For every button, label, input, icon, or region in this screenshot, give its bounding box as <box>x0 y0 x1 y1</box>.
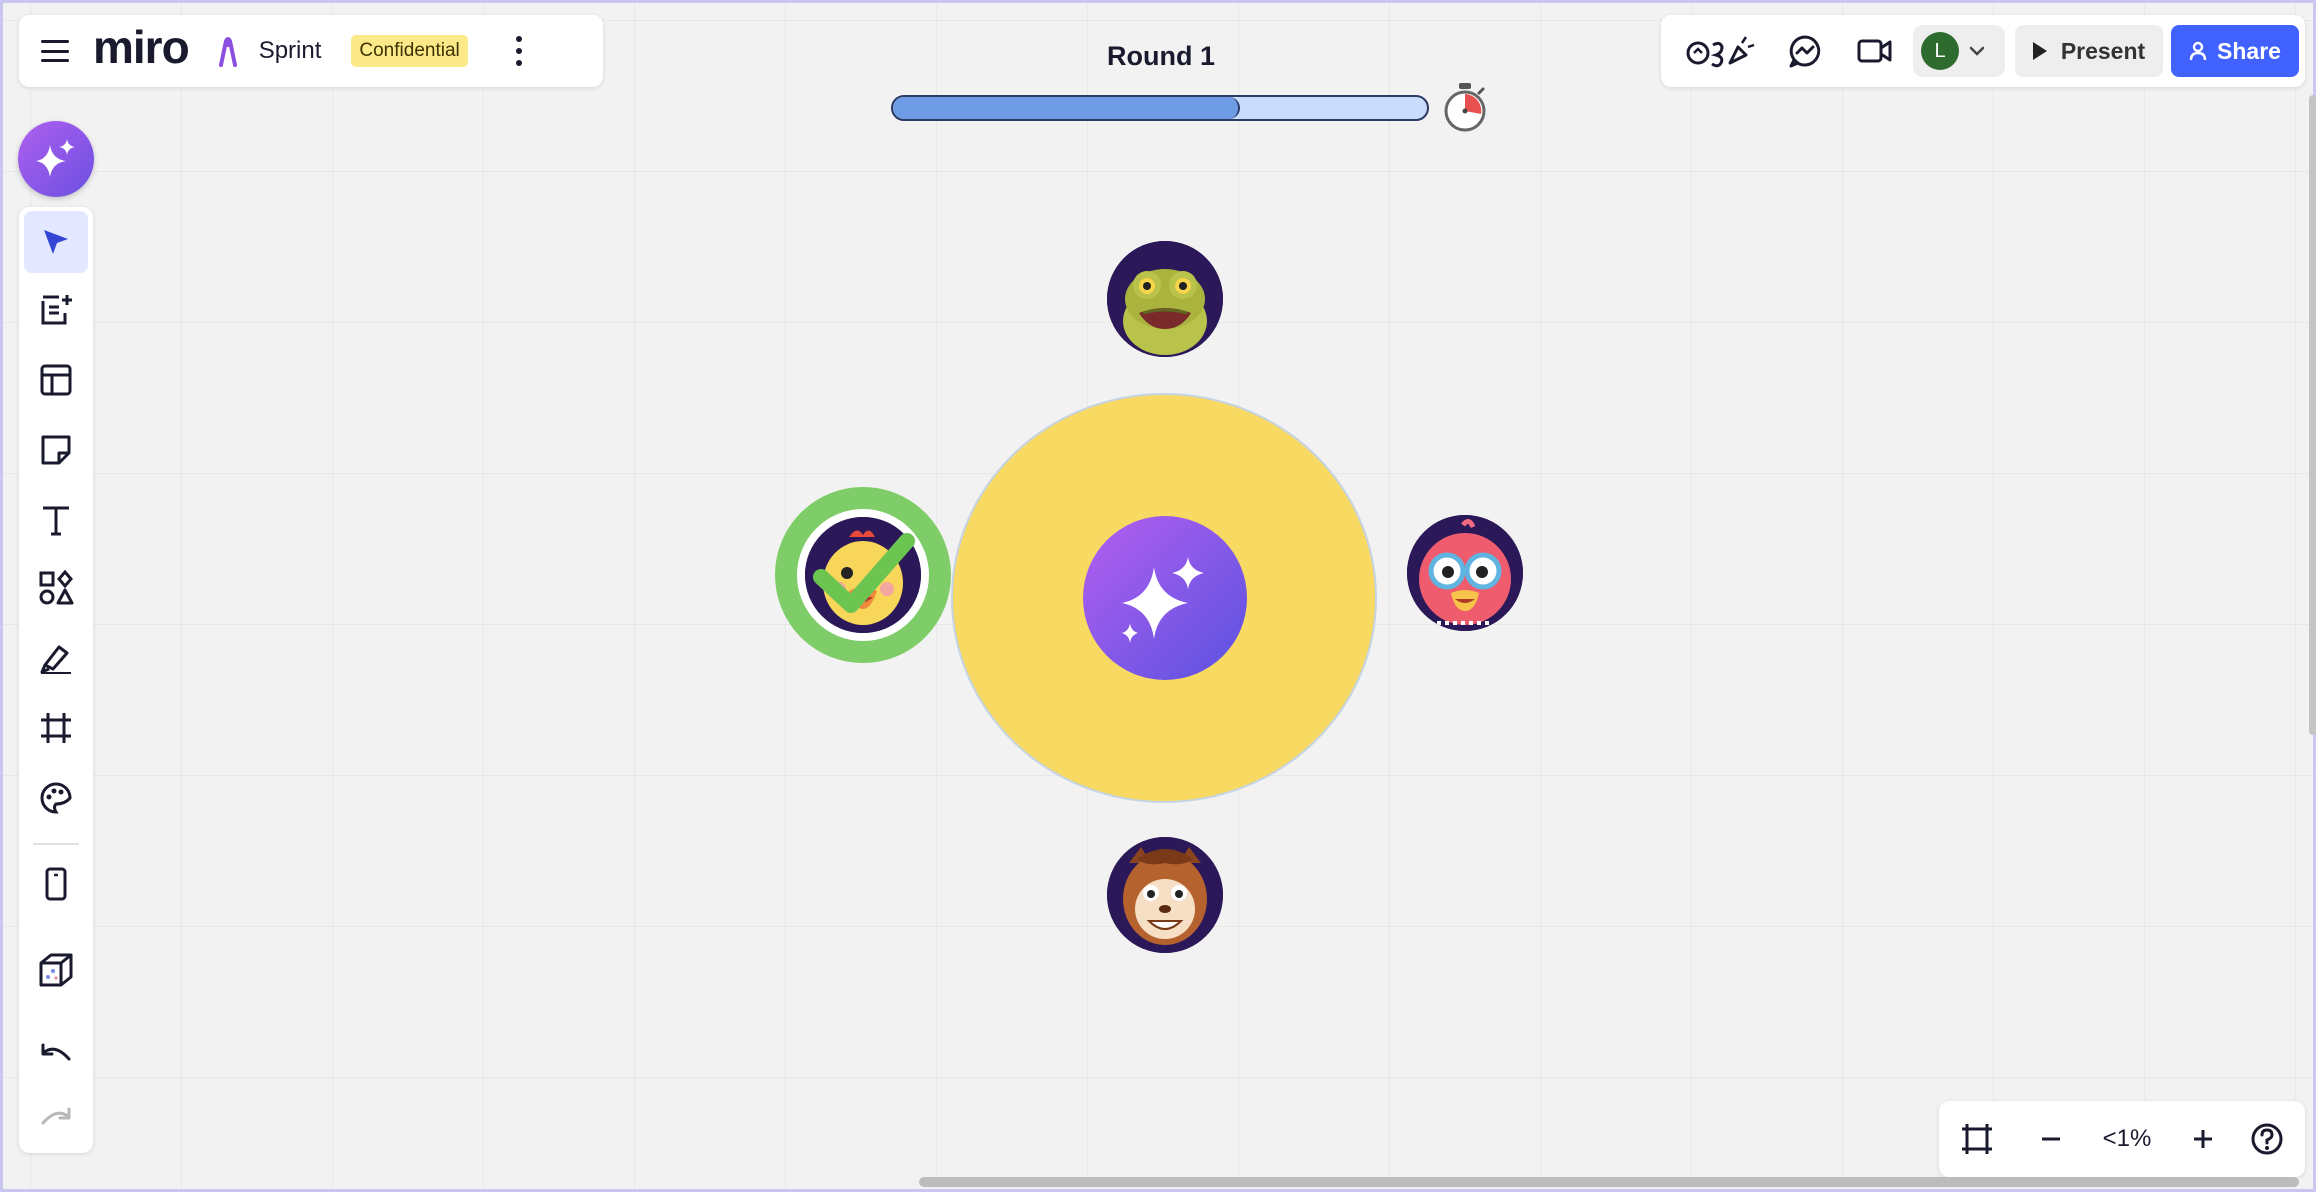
present-label: Present <box>2060 37 2146 64</box>
cube-icon <box>39 953 73 987</box>
board-header: miro Sprint Confidential <box>19 15 603 87</box>
templates-tool[interactable] <box>24 279 88 341</box>
person-icon <box>2189 41 2207 61</box>
cursor-arrow-icon <box>44 230 68 254</box>
frame-icon <box>1962 1124 1992 1154</box>
reactions-icon[interactable] <box>1685 33 1757 69</box>
collaboration-toolbar: L Present Share <box>1661 15 2305 87</box>
help-icon <box>2251 1123 2283 1155</box>
user-avatar[interactable]: L <box>1921 32 1959 70</box>
round-progress-bar <box>891 95 1429 121</box>
select-tool[interactable] <box>24 211 88 273</box>
mobile-frame-tool[interactable] <box>24 853 88 915</box>
undo-icon <box>41 1043 71 1061</box>
creation-toolbar <box>19 207 93 1153</box>
zoom-out-button[interactable] <box>2029 1115 2073 1163</box>
palette-icon <box>40 782 72 814</box>
more-options-icon[interactable] <box>514 36 524 66</box>
redo-icon <box>41 1107 71 1125</box>
sparkle-icon <box>1122 557 1204 643</box>
text-icon <box>43 506 69 536</box>
fit-to-screen-button[interactable] <box>1953 1115 2001 1163</box>
undo-button[interactable] <box>24 1023 88 1085</box>
sprint-board-icon <box>218 37 237 67</box>
frame-tool[interactable] <box>24 697 88 759</box>
sticker-tool[interactable] <box>24 767 88 829</box>
board-name[interactable]: Sprint <box>259 37 322 65</box>
confidential-badge[interactable]: Confidential <box>351 35 468 67</box>
sticky-note-tool[interactable] <box>24 419 88 481</box>
3d-tool[interactable] <box>24 939 88 1001</box>
frame-icon <box>41 713 71 743</box>
sparkle-icon <box>36 139 75 177</box>
pen-icon <box>40 645 71 674</box>
ai-assistant-button[interactable] <box>18 121 94 197</box>
round-title: Round 1 <box>1107 41 1215 71</box>
templates-icon <box>41 295 72 325</box>
pen-tool[interactable] <box>24 627 88 689</box>
sticky-note-icon <box>41 435 71 465</box>
share-label: Share <box>2217 37 2281 64</box>
layout-icon <box>40 364 72 396</box>
video-call-icon[interactable] <box>1855 33 1895 69</box>
plus-icon <box>2194 1130 2212 1148</box>
zoom-level[interactable]: <1% <box>2087 1115 2167 1163</box>
chevron-down-icon <box>1969 46 1985 56</box>
play-icon <box>2032 42 2047 60</box>
redo-button[interactable] <box>24 1087 88 1149</box>
zoom-controls: <1% <box>1939 1101 2305 1177</box>
round-progress-fill <box>893 97 1241 119</box>
participant-avatar-frog[interactable] <box>1107 241 1223 357</box>
center-ai-button[interactable] <box>1083 516 1247 680</box>
minus-icon <box>2042 1137 2060 1141</box>
present-button[interactable]: Present <box>2015 25 2163 77</box>
frog-avatar-icon <box>1107 241 1223 357</box>
main-menu-icon[interactable] <box>41 40 69 62</box>
participant-avatar-duck[interactable] <box>805 517 921 633</box>
monkey-avatar-icon <box>1107 837 1223 953</box>
user-menu[interactable]: L <box>1913 25 2005 77</box>
stopwatch-icon[interactable] <box>1441 81 1489 133</box>
zoom-in-button[interactable] <box>2181 1115 2225 1163</box>
shapes-icon <box>39 570 74 605</box>
frames-tool[interactable] <box>24 349 88 411</box>
share-button[interactable]: Share <box>2171 25 2299 77</box>
help-button[interactable] <box>2243 1115 2291 1163</box>
comments-icon[interactable] <box>1785 33 1825 69</box>
phone-icon <box>45 867 67 901</box>
duck-avatar-icon <box>805 517 921 633</box>
shapes-tool[interactable] <box>24 557 88 619</box>
bird-avatar-icon <box>1407 515 1523 631</box>
text-tool[interactable] <box>24 489 88 551</box>
participant-avatar-bird[interactable] <box>1407 515 1523 631</box>
horizontal-scrollbar[interactable] <box>919 1177 2299 1187</box>
toolbar-divider <box>33 843 79 845</box>
vertical-scrollbar[interactable] <box>2309 95 2316 735</box>
miro-logo: miro <box>93 21 190 73</box>
participant-avatar-monkey[interactable] <box>1107 837 1223 953</box>
